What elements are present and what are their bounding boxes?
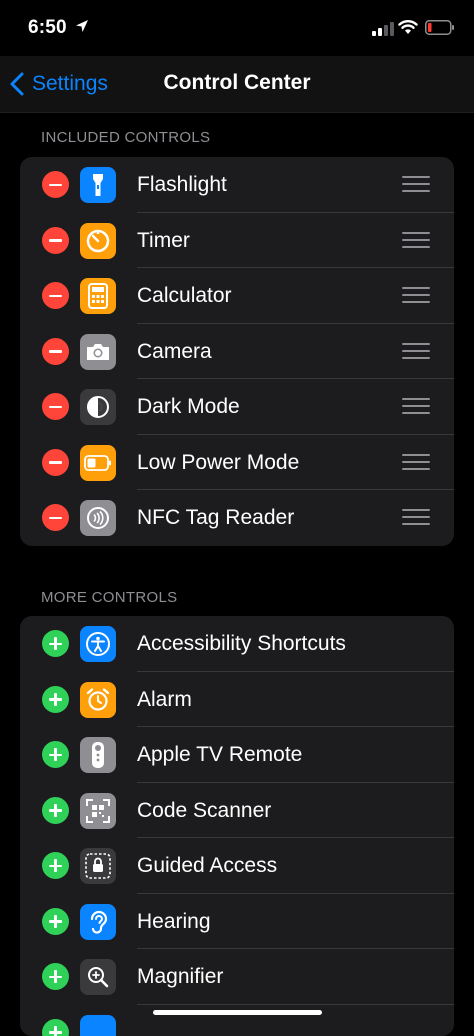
control-row-accessibility-shortcuts: Accessibility Shortcuts <box>20 616 454 672</box>
control-row-code-scanner: Code Scanner <box>20 783 454 839</box>
control-label: Magnifier <box>137 965 223 989</box>
control-row-nfc-tag-reader: NFC Tag Reader <box>20 490 454 546</box>
alarm-icon <box>80 682 116 718</box>
tv-remote-icon <box>80 737 116 773</box>
included-controls-list: Flashlight Timer Calculator Camera <box>20 157 454 546</box>
control-row-guided-access: Guided Access <box>20 838 454 894</box>
accessibility-icon <box>80 626 116 662</box>
partial-icon <box>80 1015 116 1036</box>
add-button[interactable] <box>42 686 69 713</box>
reorder-handle-icon[interactable] <box>402 176 430 194</box>
control-row-low-power-mode: Low Power Mode <box>20 435 454 491</box>
control-row-apple-tv-remote: Apple TV Remote <box>20 727 454 783</box>
remove-button[interactable] <box>42 393 69 420</box>
qr-code-icon <box>80 793 116 829</box>
remove-button[interactable] <box>42 282 69 309</box>
reorder-handle-icon[interactable] <box>402 398 430 416</box>
control-label: Low Power Mode <box>137 451 299 475</box>
control-row-hearing: Hearing <box>20 894 454 950</box>
section-header-included: INCLUDED CONTROLS <box>41 129 210 146</box>
control-row-dark-mode: Dark Mode <box>20 379 454 435</box>
control-label: Timer <box>137 229 190 253</box>
reorder-handle-icon[interactable] <box>402 287 430 305</box>
control-row-magnifier: Magnifier <box>20 949 454 1005</box>
add-button[interactable] <box>42 852 69 879</box>
calculator-icon <box>80 278 116 314</box>
remove-button[interactable] <box>42 504 69 531</box>
control-row-calculator: Calculator <box>20 268 454 324</box>
reorder-handle-icon[interactable] <box>402 343 430 361</box>
status-time: 6:50 <box>28 17 67 39</box>
add-button[interactable] <box>42 1019 69 1036</box>
control-label: NFC Tag Reader <box>137 506 294 530</box>
control-row-flashlight: Flashlight <box>20 157 454 213</box>
add-button[interactable] <box>42 908 69 935</box>
control-label: Flashlight <box>137 173 227 197</box>
navigation-bar: Settings Control Center <box>0 56 474 113</box>
add-button[interactable] <box>42 630 69 657</box>
control-row-camera: Camera <box>20 324 454 380</box>
control-row-alarm: Alarm <box>20 672 454 728</box>
more-controls-list: Accessibility Shortcuts Alarm Apple TV R… <box>20 616 454 1036</box>
control-label: Dark Mode <box>137 395 240 419</box>
dark-mode-icon <box>80 389 116 425</box>
add-button[interactable] <box>42 797 69 824</box>
control-label: Guided Access <box>137 854 277 878</box>
timer-icon <box>80 223 116 259</box>
home-indicator <box>153 1010 322 1015</box>
control-label: Camera <box>137 340 212 364</box>
control-label: Accessibility Shortcuts <box>137 632 346 656</box>
flashlight-icon <box>80 167 116 203</box>
add-button[interactable] <box>42 741 69 768</box>
remove-button[interactable] <box>42 338 69 365</box>
location-arrow-icon <box>75 19 89 33</box>
control-label: Calculator <box>137 284 232 308</box>
battery-icon <box>80 445 116 481</box>
remove-button[interactable] <box>42 227 69 254</box>
battery-low-icon <box>425 20 455 35</box>
control-label: Code Scanner <box>137 799 271 823</box>
cellular-signal-icon <box>372 22 394 36</box>
page-title: Control Center <box>0 71 474 95</box>
status-bar: 6:50 <box>0 0 474 56</box>
reorder-handle-icon[interactable] <box>402 509 430 527</box>
control-label: Alarm <box>137 688 192 712</box>
reorder-handle-icon[interactable] <box>402 454 430 472</box>
ear-icon <box>80 904 116 940</box>
lock-icon <box>80 848 116 884</box>
camera-icon <box>80 334 116 370</box>
nfc-icon <box>80 500 116 536</box>
control-row-timer: Timer <box>20 213 454 269</box>
wifi-icon <box>398 19 418 35</box>
reorder-handle-icon[interactable] <box>402 232 430 250</box>
magnifier-icon <box>80 959 116 995</box>
section-header-more: MORE CONTROLS <box>41 589 177 606</box>
control-label: Apple TV Remote <box>137 743 302 767</box>
remove-button[interactable] <box>42 449 69 476</box>
add-button[interactable] <box>42 963 69 990</box>
remove-button[interactable] <box>42 171 69 198</box>
control-label: Hearing <box>137 910 211 934</box>
